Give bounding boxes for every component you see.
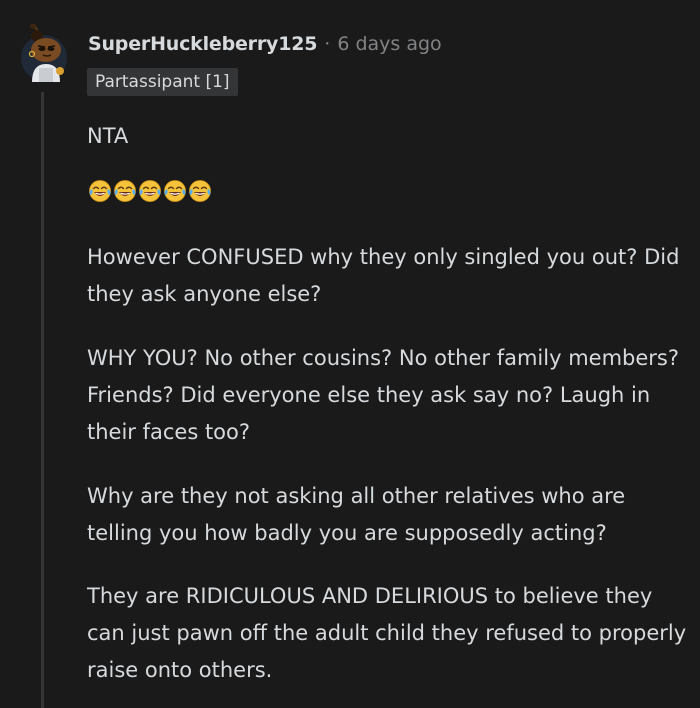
- paragraph-2: WHY YOU? No other cousins? No other fami…: [87, 346, 680, 444]
- face-with-tears-of-joy-icon: [114, 180, 136, 202]
- thread-collapse-line[interactable]: [41, 92, 44, 708]
- timestamp-link[interactable]: 6 days ago: [337, 33, 441, 55]
- username-link[interactable]: SuperHuckleberry125: [88, 33, 317, 55]
- comment-header: SuperHuckleberry125 · 6 days ago: [88, 33, 442, 55]
- face-with-tears-of-joy-icon: [139, 180, 161, 202]
- meta-separator: ·: [324, 33, 331, 55]
- paragraph-1: However CONFUSED why they only singled y…: [87, 245, 680, 306]
- paragraph-4: They are RIDICULOUS AND DELIRIOUS to bel…: [87, 584, 687, 682]
- verdict-text: NTA: [87, 124, 129, 148]
- paragraph-3: Why are they not asking all other relati…: [87, 484, 626, 545]
- snoo-avatar-icon[interactable]: [20, 23, 68, 84]
- comment: SuperHuckleberry125 · 6 days ago Partass…: [0, 0, 700, 708]
- face-with-tears-of-joy-icon: [189, 180, 211, 202]
- face-with-tears-of-joy-icon: [164, 180, 186, 202]
- face-with-tears-of-joy-icon: [89, 180, 111, 202]
- user-flair-badge: Partassipant [1]: [87, 68, 238, 96]
- emoji-row: [88, 179, 212, 203]
